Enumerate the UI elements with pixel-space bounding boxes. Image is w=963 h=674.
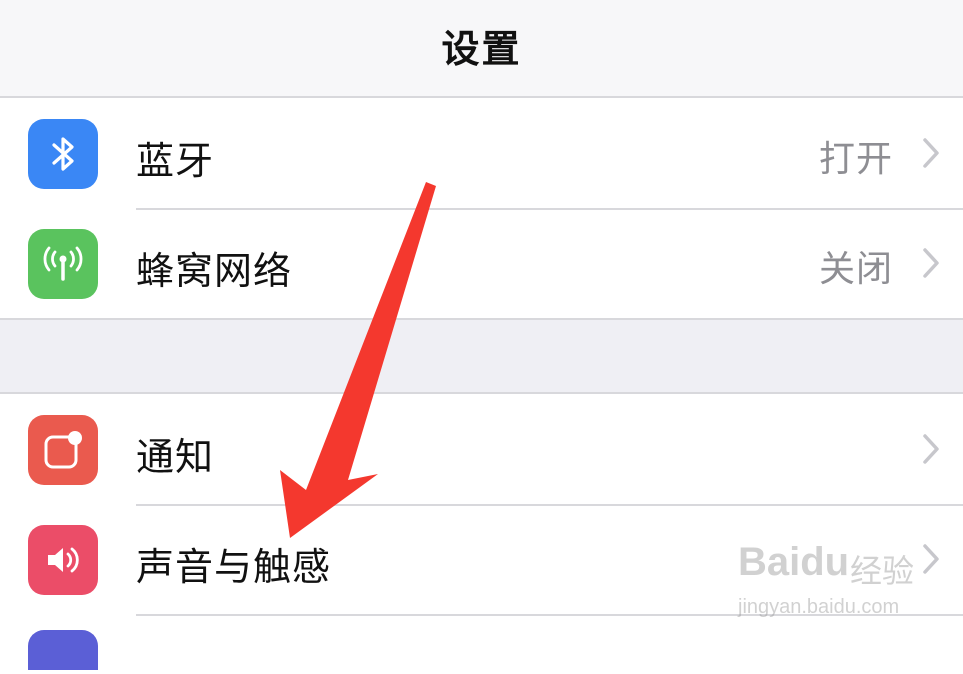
bluetooth-icon xyxy=(28,119,98,189)
chevron-right-icon xyxy=(923,138,939,168)
navigation-bar: 设置 xyxy=(0,0,963,98)
notifications-label: 通知 xyxy=(136,435,215,479)
watermark-logo: Baidu xyxy=(738,540,850,584)
settings-group-notifications: 通知 声音与触感 xyxy=(0,392,963,674)
settings-row-cellular[interactable]: 蜂窝网络 关闭 xyxy=(0,208,963,318)
partial-app-icon xyxy=(28,630,98,670)
notifications-icon xyxy=(28,415,98,485)
bluetooth-status: 打开 xyxy=(818,139,893,180)
cellular-status: 关闭 xyxy=(818,249,893,290)
settings-group-connectivity: 蓝牙 打开 蜂窝网络 关闭 xyxy=(0,96,963,320)
watermark-cn: 经验 xyxy=(850,552,915,590)
page-title: 设置 xyxy=(441,27,522,71)
sounds-haptics-label: 声音与触感 xyxy=(136,545,332,589)
chevron-right-icon xyxy=(923,434,939,464)
cellular-label: 蜂窝网络 xyxy=(136,249,293,293)
baidu-watermark: Baidu 经验 jingyan.baidu.com xyxy=(738,540,948,630)
bluetooth-label: 蓝牙 xyxy=(136,139,215,183)
settings-row-bluetooth[interactable]: 蓝牙 打开 xyxy=(0,98,963,208)
cellular-antenna-icon xyxy=(28,229,98,299)
watermark-url: jingyan.baidu.com xyxy=(738,596,900,618)
settings-row-notifications[interactable]: 通知 xyxy=(0,394,963,504)
speaker-icon xyxy=(28,525,98,595)
chevron-right-icon xyxy=(923,248,939,278)
